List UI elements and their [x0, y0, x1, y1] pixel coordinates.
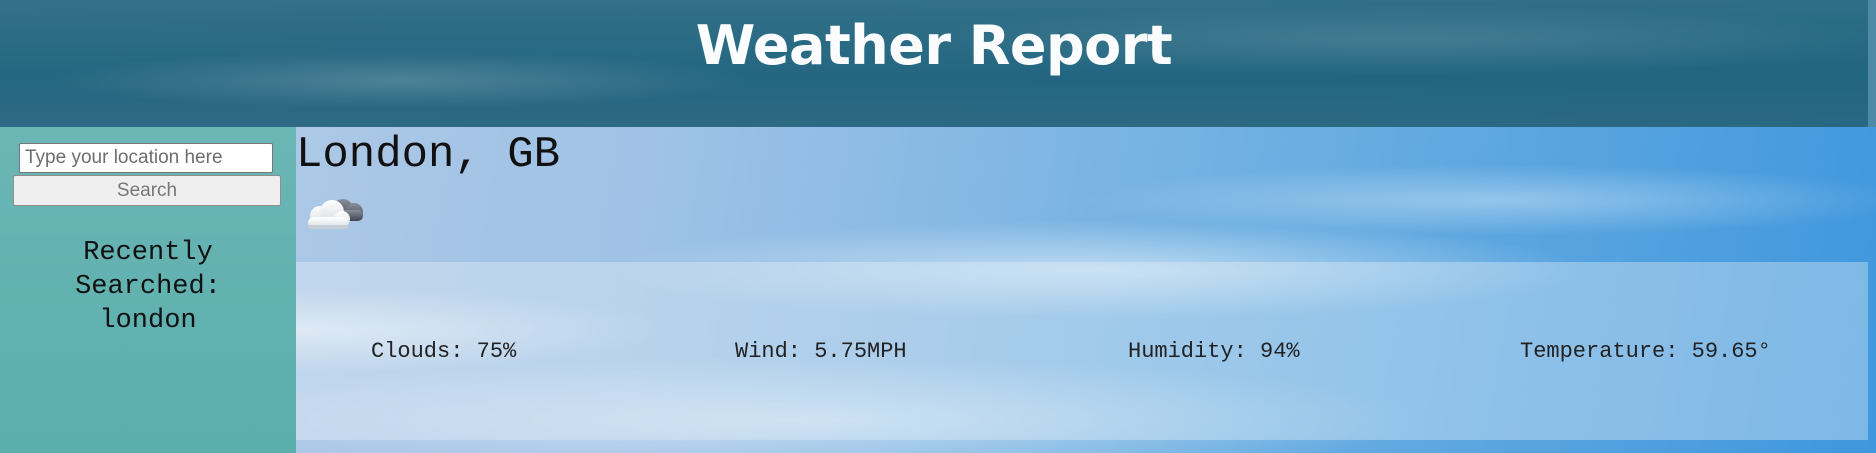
recently-searched-title: Recently Searched:	[75, 238, 221, 302]
humidity-stat: Humidity: 94%	[1128, 339, 1300, 364]
cloud-icon	[308, 199, 363, 229]
temperature-stat: Temperature: 59.65°	[1520, 339, 1771, 364]
search-input[interactable]	[19, 143, 273, 173]
wind-stat: Wind: 5.75MPH	[735, 339, 907, 364]
clouds-stat: Clouds: 75%	[371, 339, 517, 364]
location-name: London, GB	[296, 130, 561, 180]
recently-searched: Recently Searched: london	[0, 236, 296, 338]
search-button[interactable]: Search	[13, 175, 281, 206]
page-header: Weather Report	[0, 0, 1868, 127]
header-edge	[1868, 0, 1876, 127]
page-title: Weather Report	[695, 14, 1173, 77]
recent-search-item[interactable]: london	[0, 304, 296, 338]
